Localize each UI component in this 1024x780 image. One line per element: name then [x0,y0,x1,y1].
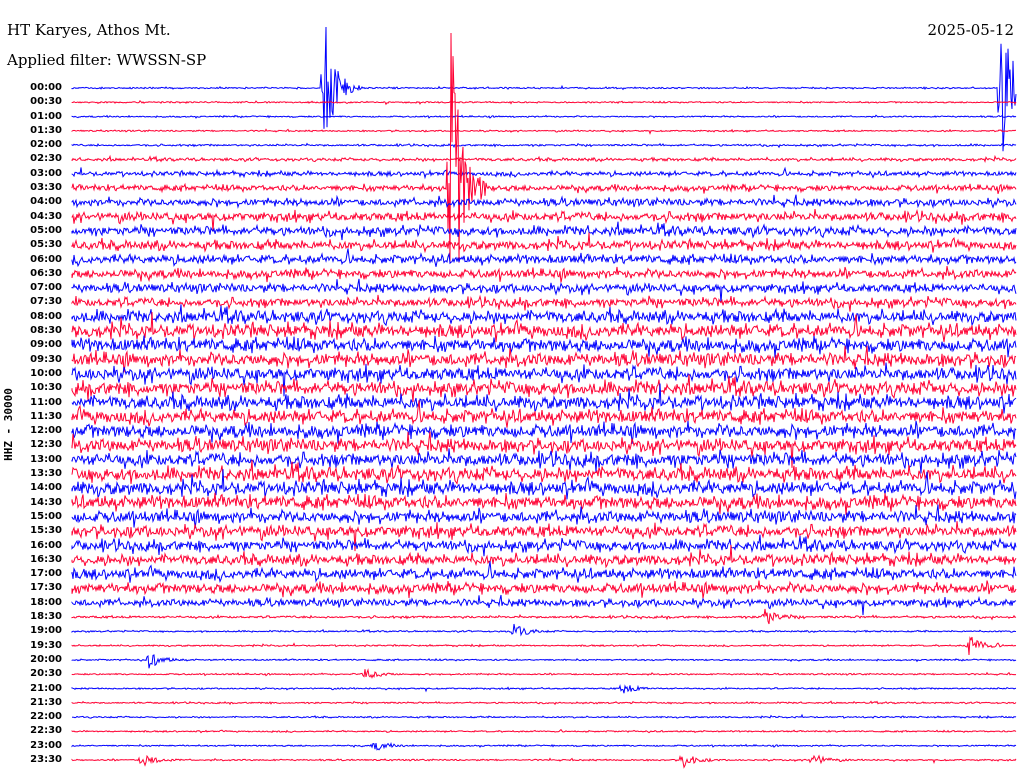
trace-1930 [71,636,1017,656]
trace-2030 [71,668,1017,679]
trace-0400 [71,194,1017,209]
trace-1130 [71,400,1017,428]
trace-1730 [71,580,1017,599]
trace-1430 [71,492,1017,516]
trace-2130 [71,700,1017,706]
trace-0800 [71,304,1017,327]
trace-0130 [71,128,1017,135]
trace-1830 [71,608,1017,625]
trace-1700 [71,561,1017,583]
trace-2330 [71,754,1017,769]
trace-0100 [71,114,1017,119]
trace-0700 [71,278,1017,304]
trace-1330 [71,460,1017,485]
trace-0030 [71,100,1017,106]
trace-0200 [71,142,1017,149]
trace-2300 [71,742,1017,751]
trace-0230 [71,154,1017,163]
trace-0000 [71,26,1017,152]
trace-0530 [71,232,1017,254]
trace-0430 [71,208,1017,232]
trace-0900 [71,335,1017,358]
trace-2200 [71,713,1017,719]
helicorder-plot [71,26,1017,769]
trace-1600 [71,534,1017,557]
trace-1800 [71,594,1017,616]
trace-1530 [71,521,1017,552]
trace-0300 [71,166,1017,180]
trace-2000 [71,654,1017,669]
trace-1000 [71,362,1017,397]
trace-2100 [71,684,1017,694]
trace-0730 [71,294,1017,312]
trace-1500 [71,504,1017,529]
trace-1900 [71,623,1017,637]
trace-2230 [71,728,1017,734]
trace-0630 [71,266,1017,283]
trace-0600 [71,248,1017,268]
